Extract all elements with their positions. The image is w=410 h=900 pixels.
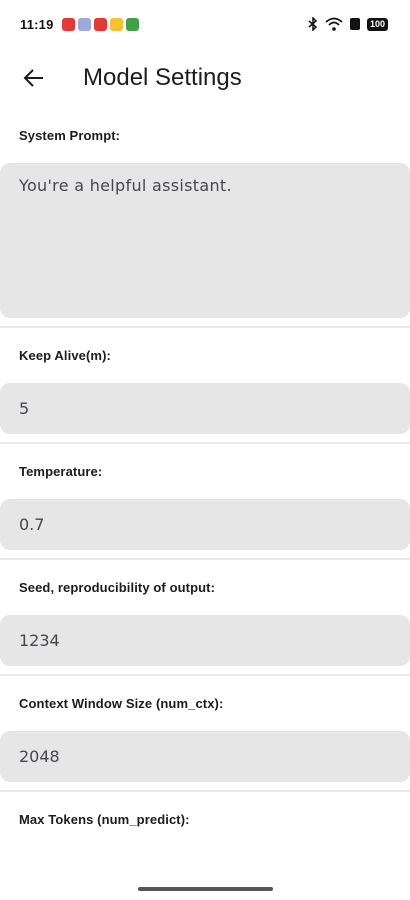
status-time: 11:19 [20, 16, 54, 32]
notification-icons [61, 17, 139, 31]
notification-app-icon [93, 17, 107, 31]
gesture-navigation-bar[interactable] [138, 887, 273, 891]
notification-app-icon [125, 17, 139, 31]
keep-alive-input[interactable]: 5 [0, 383, 410, 434]
status-right: 100 [308, 17, 388, 31]
setting-label: Keep Alive(m): [19, 348, 111, 363]
setting-label: Seed, reproducibility of output: [19, 580, 216, 595]
back-button[interactable] [18, 62, 50, 94]
setting-label: System Prompt: [19, 128, 121, 143]
setting-seed: Seed, reproducibility of output: 1234 [0, 560, 410, 676]
setting-temperature: Temperature: 0.7 [0, 444, 410, 560]
bluetooth-icon [308, 17, 318, 31]
status-left: 11:19 [20, 17, 139, 32]
seed-input[interactable]: 1234 [0, 615, 410, 666]
temperature-input[interactable]: 0.7 [0, 499, 410, 550]
setting-label: Temperature: [19, 464, 103, 479]
context-window-input[interactable]: 2048 [0, 731, 410, 782]
page-title: Model Settings [83, 64, 242, 91]
setting-label: Context Window Size (num_ctx): [19, 696, 224, 711]
sim-icon [349, 18, 360, 30]
notification-app-icon [61, 17, 75, 31]
setting-max-tokens: Max Tokens (num_predict): [0, 792, 410, 827]
setting-system-prompt: System Prompt: You're a helpful assistan… [0, 108, 410, 328]
battery-icon: 100 [366, 17, 388, 31]
setting-keep-alive: Keep Alive(m): 5 [0, 328, 410, 444]
notification-app-icon [77, 17, 91, 31]
app-bar: Model Settings [0, 48, 410, 108]
wifi-icon [325, 17, 343, 31]
settings-list: System Prompt: You're a helpful assistan… [0, 108, 410, 827]
setting-label: Max Tokens (num_predict): [19, 812, 190, 827]
notification-app-icon [109, 17, 123, 31]
arrow-left-icon [23, 69, 43, 87]
status-bar: 11:19 100 [0, 0, 410, 48]
system-prompt-input[interactable]: You're a helpful assistant. [0, 163, 410, 318]
setting-context-window: Context Window Size (num_ctx): 2048 [0, 676, 410, 792]
